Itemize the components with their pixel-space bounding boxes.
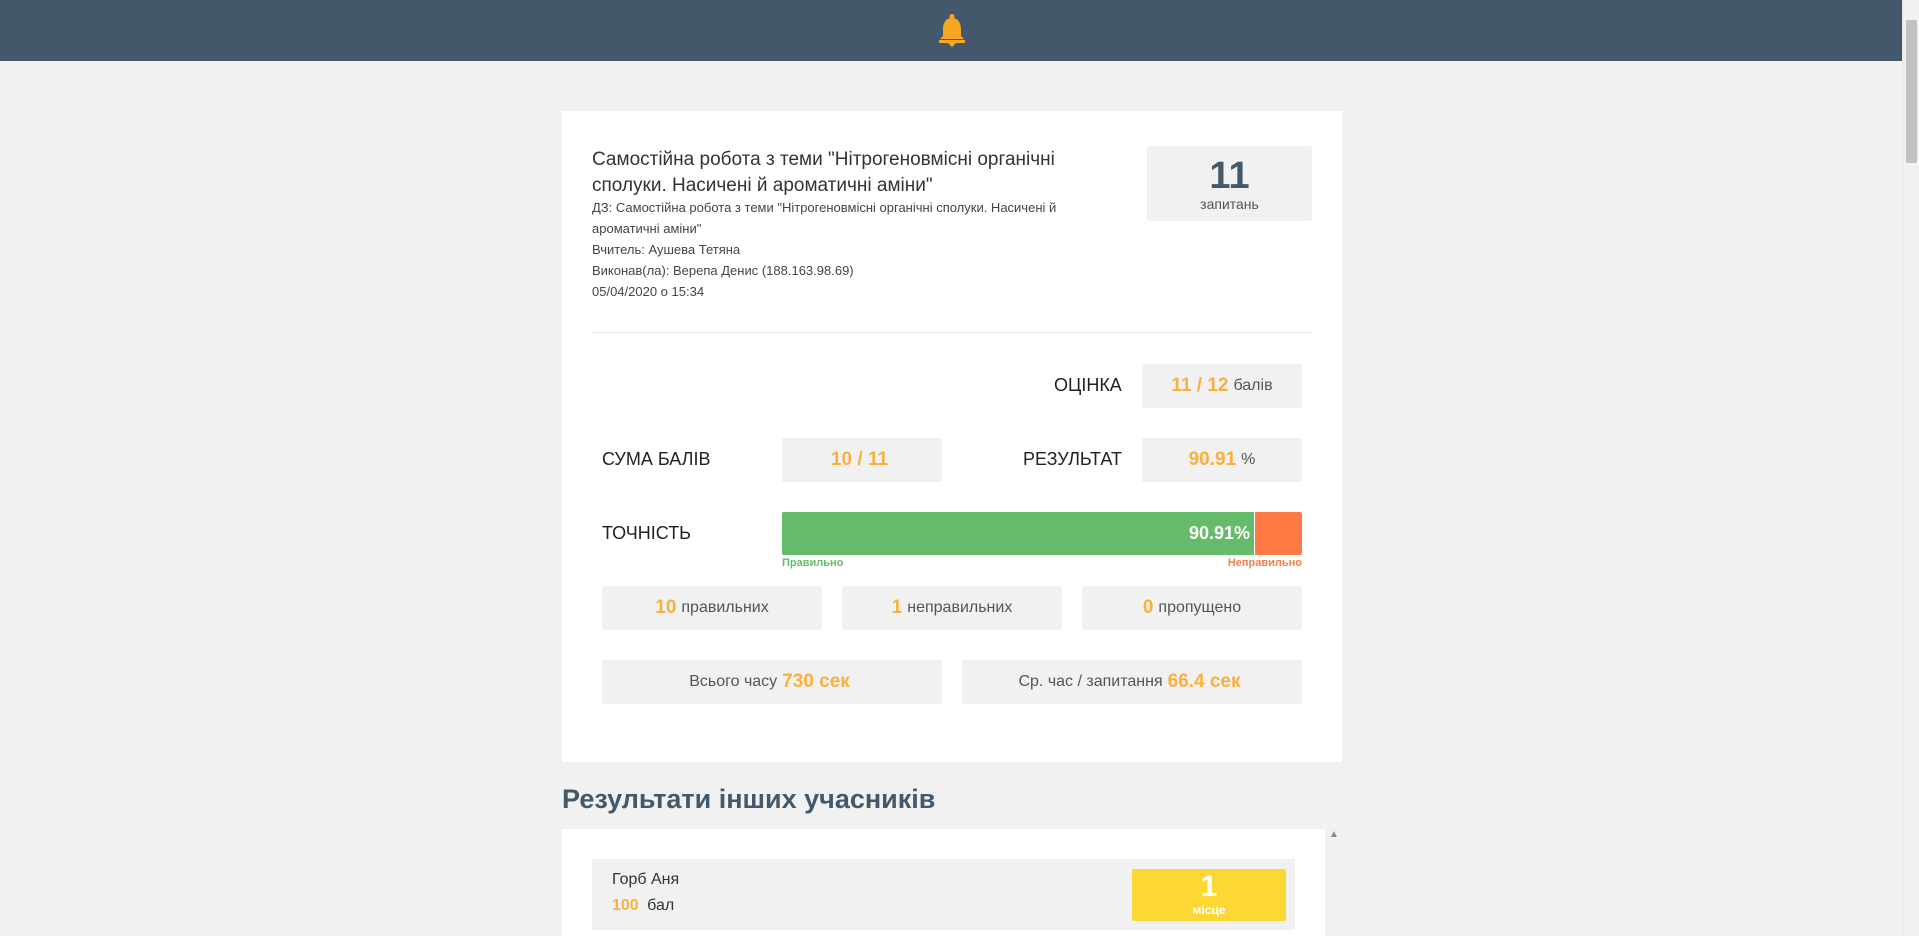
teacher-text: Вчитель: Аушева Тетяна [592, 242, 741, 257]
participant-points: 100 [612, 897, 639, 914]
skipped-count-label: пропущено [1158, 599, 1242, 616]
performer-text: Виконав(ла): Верепа Денис (188.163.98.69… [592, 263, 854, 278]
sum-pill: 10 / 11 [782, 438, 942, 482]
top-bar [0, 0, 1903, 61]
accuracy-percent: 90.91% [1188, 523, 1250, 543]
avg-time-value: 66.4 сек [1167, 671, 1241, 692]
others-list: Горб Аня 100 бал 1 місце [562, 829, 1325, 936]
sum-value: 10 / 11 [830, 449, 889, 470]
result-label: РЕЗУЛЬТАТ [1023, 449, 1122, 469]
list-item[interactable]: Горб Аня 100 бал 1 місце [592, 859, 1295, 930]
participant-name: Горб Аня [612, 871, 680, 888]
avg-time-pill: Ср. час / запитання 66.4 сек [962, 660, 1302, 704]
correct-count-pill: 10 правильних [602, 586, 822, 630]
avg-time-label: Ср. час / запитання [1018, 673, 1163, 690]
total-time-value: 730 сек [782, 671, 850, 692]
place-label: місце [1192, 903, 1226, 917]
result-value: 90.91 [1188, 449, 1237, 470]
homework-text: ДЗ: Самостійна робота з теми "Нітрогенов… [592, 200, 1057, 236]
questions-label: запитань [1200, 196, 1259, 212]
correct-legend: Правильно [782, 557, 844, 569]
incorrect-count-label: неправильних [907, 599, 1013, 616]
others-section-title: Результати інших учасників [562, 784, 936, 814]
scroll-up-icon[interactable]: ▲ [1329, 829, 1339, 840]
datetime-text: 05/04/2020 о 15:34 [592, 284, 705, 299]
result-unit: % [1241, 451, 1256, 468]
result-card: Самостійна робота з теми "Нітрогеновмісн… [562, 111, 1342, 762]
total-time-label: Всього часу [689, 673, 778, 690]
total-time-pill: Всього часу 730 сек [602, 660, 942, 704]
correct-count: 10 [655, 597, 677, 618]
skipped-count-pill: 0 пропущено [1082, 586, 1302, 630]
result-pill: 90.91 % [1142, 438, 1302, 482]
page-scrollbar[interactable] [1902, 0, 1919, 936]
incorrect-legend: Неправильно [1227, 557, 1302, 569]
place-badge: 1 місце [1132, 869, 1286, 921]
quiz-title: Самостійна робота з теми "Нітрогеновмісн… [592, 149, 1055, 196]
scrollbar-thumb[interactable] [1906, 20, 1917, 163]
grade-value: 11 / 12 [1171, 375, 1229, 396]
participant-score: 100 бал [612, 897, 674, 915]
divider [592, 332, 1312, 333]
skipped-count: 0 [1142, 597, 1154, 618]
bell-icon[interactable] [936, 13, 968, 47]
accuracy-fill-correct [782, 512, 1255, 555]
sum-label: СУМА БАЛІВ [602, 449, 711, 469]
incorrect-count: 1 [891, 597, 903, 618]
correct-count-label: правильних [681, 599, 769, 616]
grade-unit: балів [1233, 377, 1273, 394]
place-number: 1 [1200, 870, 1218, 903]
accuracy-label: ТОЧНІСТЬ [602, 523, 691, 543]
incorrect-count-pill: 1 неправильних [842, 586, 1062, 630]
questions-count-box: 11 запитань [1147, 146, 1312, 221]
grade-label: ОЦІНКА [1054, 375, 1122, 395]
accuracy-bar: 90.91% [782, 512, 1302, 555]
questions-count: 11 [1209, 155, 1250, 197]
participant-points-label: бал [647, 897, 675, 914]
grade-pill: 11 / 12 балів [1142, 364, 1302, 408]
